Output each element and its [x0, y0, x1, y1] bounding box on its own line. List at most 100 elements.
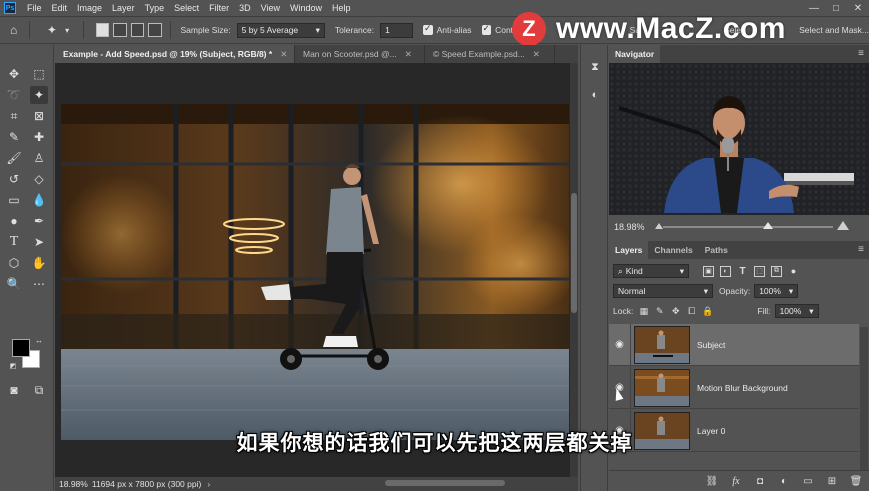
- eyedropper-tool-icon[interactable]: ✎: [5, 128, 23, 146]
- pixel-filter-icon[interactable]: ▣: [703, 265, 714, 277]
- layer-name[interactable]: Subject: [697, 340, 725, 350]
- zoom-out-icon[interactable]: [655, 223, 663, 229]
- visibility-eye-icon[interactable]: ◉: [609, 323, 631, 366]
- tab-speed-example[interactable]: © Speed Example.psd... ✕: [425, 45, 555, 63]
- close-icon[interactable]: ✕: [533, 49, 540, 60]
- tab-layers[interactable]: Layers: [609, 241, 649, 259]
- lock-artboard-icon[interactable]: ⧠: [686, 306, 697, 317]
- screen-mode-icon[interactable]: ⧉: [30, 381, 48, 399]
- add-to-selection-button[interactable]: [113, 23, 127, 37]
- shape-filter-icon[interactable]: ⬚: [754, 265, 765, 277]
- adjustments-panel-icon[interactable]: ◐: [587, 87, 603, 103]
- close-icon[interactable]: ✕: [405, 49, 412, 60]
- menu-window[interactable]: Window: [285, 3, 327, 13]
- zoom-in-icon[interactable]: [837, 221, 849, 230]
- close-window-button[interactable]: ✕: [847, 0, 869, 16]
- panel-menu-icon[interactable]: ≡: [858, 48, 864, 59]
- opacity-input[interactable]: 100% ▾: [754, 284, 799, 298]
- eraser-tool-icon[interactable]: ◇: [30, 170, 48, 188]
- adjustment-layer-icon[interactable]: ◐: [777, 474, 791, 488]
- lock-image-icon[interactable]: ✎: [654, 306, 665, 317]
- lasso-tool-icon[interactable]: ➰: [5, 86, 23, 104]
- document-canvas[interactable]: [55, 63, 578, 477]
- foreground-color-swatch[interactable]: [12, 339, 30, 357]
- zoom-slider-handle[interactable]: [763, 222, 774, 229]
- history-panel-icon[interactable]: ⧗: [587, 59, 603, 75]
- chevron-down-icon[interactable]: ▾: [60, 22, 75, 38]
- new-selection-button[interactable]: [95, 23, 110, 37]
- status-zoom[interactable]: 18.98%: [59, 479, 88, 489]
- brush-tool-icon[interactable]: 🖌: [5, 149, 23, 167]
- blur-tool-icon[interactable]: 💧: [30, 191, 48, 209]
- pen-tool-icon[interactable]: ✒: [30, 212, 48, 230]
- smart-object-filter-icon[interactable]: ⧉: [771, 265, 782, 277]
- scrollbar-thumb[interactable]: [571, 193, 577, 313]
- zoom-tool-icon[interactable]: 🔍: [5, 275, 23, 293]
- blend-mode-select[interactable]: Normal ▾: [613, 284, 713, 298]
- zoom-slider[interactable]: [663, 226, 833, 228]
- menu-filter[interactable]: Filter: [204, 3, 234, 13]
- path-selection-tool-icon[interactable]: ➤: [30, 233, 48, 251]
- sample-size-select[interactable]: 5 by 5 Average ▾: [236, 22, 325, 38]
- tolerance-input[interactable]: 1: [380, 22, 414, 38]
- new-layer-icon[interactable]: ⊞: [825, 474, 839, 488]
- navigator-preview[interactable]: [609, 63, 869, 215]
- minimize-button[interactable]: —: [803, 0, 825, 16]
- lock-position-icon[interactable]: ✥: [670, 306, 681, 317]
- delete-layer-icon[interactable]: 🗑: [849, 474, 863, 488]
- new-group-icon[interactable]: ▭: [801, 474, 815, 488]
- canvas-image[interactable]: [61, 104, 569, 440]
- menu-view[interactable]: View: [256, 3, 285, 13]
- clone-stamp-tool-icon[interactable]: ♙: [30, 149, 48, 167]
- maximize-button[interactable]: □: [825, 0, 847, 16]
- menu-select[interactable]: Select: [169, 3, 204, 13]
- filter-toggle-icon[interactable]: ●: [788, 266, 799, 277]
- home-icon[interactable]: ⌂: [6, 22, 21, 38]
- tab-example-add-speed[interactable]: Example - Add Speed.psd @ 19% (Subject, …: [55, 45, 295, 63]
- close-icon[interactable]: ✕: [280, 49, 287, 60]
- intersect-selection-button[interactable]: [148, 23, 162, 37]
- panel-menu-icon[interactable]: ≡: [858, 244, 864, 255]
- fill-input[interactable]: 100% ▾: [774, 304, 819, 318]
- menu-image[interactable]: Image: [72, 3, 107, 13]
- gradient-tool-icon[interactable]: ▭: [5, 191, 23, 209]
- tab-channels[interactable]: Channels: [648, 241, 698, 259]
- add-mask-icon[interactable]: ◘: [753, 474, 767, 488]
- adjustment-filter-icon[interactable]: ◐: [720, 265, 731, 277]
- swap-colors-icon[interactable]: ↔: [34, 335, 44, 345]
- magic-wand-tool-icon[interactable]: ✦: [30, 86, 48, 104]
- magic-wand-preset-icon[interactable]: ✦: [44, 22, 59, 38]
- type-filter-icon[interactable]: T: [737, 266, 748, 277]
- tab-paths[interactable]: Paths: [699, 241, 734, 259]
- marquee-tool-icon[interactable]: ⬚: [30, 65, 48, 83]
- healing-brush-tool-icon[interactable]: ✚: [30, 128, 48, 146]
- quick-mask-icon[interactable]: ◙: [5, 381, 23, 399]
- lock-transparent-icon[interactable]: ▦: [638, 306, 649, 317]
- move-tool-icon[interactable]: ✥: [5, 65, 23, 83]
- history-brush-tool-icon[interactable]: ↺: [5, 170, 23, 188]
- menu-help[interactable]: Help: [327, 3, 356, 13]
- menu-file[interactable]: File: [22, 3, 47, 13]
- more-tools-icon[interactable]: ⋯: [30, 275, 48, 293]
- select-and-mask-button[interactable]: Select and Mask...: [799, 25, 869, 35]
- layer-row-motion-blur-background[interactable]: ◉ Motion Blur Background: [609, 366, 859, 409]
- type-tool-icon[interactable]: T: [5, 233, 23, 251]
- crop-tool-icon[interactable]: ⌗: [5, 107, 23, 125]
- navigator-zoom-value[interactable]: 18.98%: [614, 222, 645, 232]
- shape-tool-icon[interactable]: ⬡: [5, 254, 23, 272]
- subtract-from-selection-button[interactable]: [130, 23, 145, 37]
- tab-navigator[interactable]: Navigator: [609, 45, 661, 63]
- lock-all-icon[interactable]: 🔒: [702, 306, 713, 317]
- layer-name[interactable]: Motion Blur Background: [697, 383, 788, 393]
- layer-style-icon[interactable]: fx: [729, 474, 743, 488]
- tab-man-on-scooter[interactable]: Man on Scooter.psd @... ✕: [295, 45, 425, 63]
- anti-alias-checkbox[interactable]: [423, 23, 433, 35]
- status-menu-arrow[interactable]: ›: [207, 479, 210, 489]
- menu-layer[interactable]: Layer: [107, 3, 140, 13]
- menu-type[interactable]: Type: [140, 3, 170, 13]
- layer-row-subject[interactable]: ◉ Subject: [609, 323, 859, 366]
- default-colors-icon[interactable]: ◩: [8, 361, 18, 371]
- link-layers-icon[interactable]: ⛓: [705, 474, 719, 488]
- canvas-horizontal-scrollbar[interactable]: [385, 480, 505, 486]
- frame-tool-icon[interactable]: ⊠: [30, 107, 48, 125]
